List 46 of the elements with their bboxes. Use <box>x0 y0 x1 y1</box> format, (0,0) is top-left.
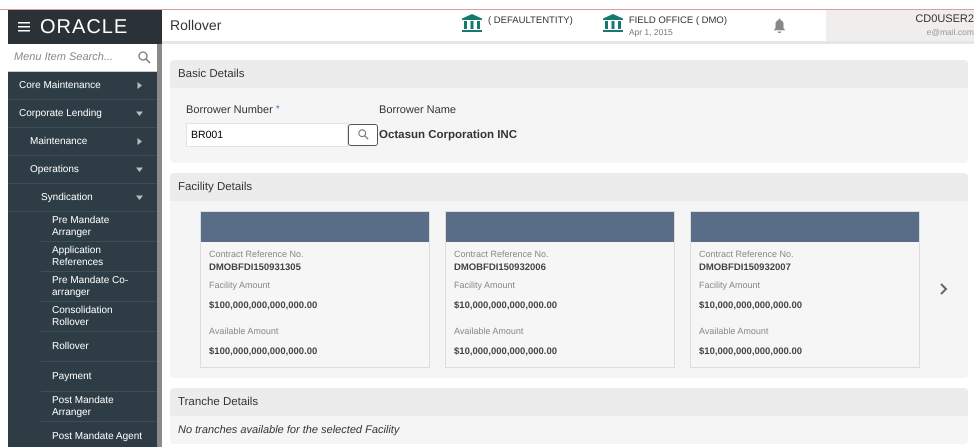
entity-name[interactable]: ( DEFAULTENTITY) <box>488 14 573 28</box>
user-name[interactable]: CD0USER2 <box>826 10 974 26</box>
available-amount: $10,000,000,000,000.00 <box>454 344 558 358</box>
contract-reference: DMOBFDI150932007 <box>699 261 792 275</box>
field-label: Contract Reference No. <box>454 248 550 260</box>
borrower-number-field[interactable]: BR001 <box>186 122 348 146</box>
branch-date: Apr 1, 2015 <box>628 28 674 38</box>
field-label: Contract Reference No. <box>699 248 795 260</box>
facility-amount: $10,000,000,000,000.00 <box>699 298 804 313</box>
page-title: Rollover <box>169 16 222 35</box>
user-email: e@mail.com <box>926 26 974 39</box>
menu-icon[interactable] <box>18 22 30 32</box>
section-title: Tranche Details <box>170 388 968 416</box>
field-label: Contract Reference No. <box>209 248 305 260</box>
logo: ORACLE <box>40 15 128 40</box>
search-icon[interactable] <box>138 51 151 64</box>
field-label: Facility Amount <box>209 279 272 292</box>
bank-icon[interactable] <box>602 14 623 32</box>
search-button[interactable] <box>348 124 378 146</box>
borrower-name: Octasun Corporation INC <box>379 128 518 142</box>
contract-reference: DMOBFDI150932006 <box>454 261 547 275</box>
empty-message: No tranches available for the selected Facility <box>177 422 401 438</box>
search-icon <box>358 129 368 140</box>
contract-reference: DMOBFDI150931305 <box>209 261 302 275</box>
available-amount: $100,000,000,000,000.00 <box>209 344 318 358</box>
field-label: Available Amount <box>209 325 280 338</box>
facility-amount: $10,000,000,000,000.00 <box>454 298 558 313</box>
facility-card[interactable]: Contract Reference No. DMOBFDI150932007 Facility Amount $10,000,000,000,000.00 Available Amount $10,000,000,000,000.00 <box>690 210 920 368</box>
field-label: Available Amount <box>699 325 770 338</box>
section-title: Facility Details <box>170 172 968 200</box>
field-label: Available Amount <box>454 325 524 338</box>
field-label: Facility Amount <box>699 279 762 292</box>
section-title: Basic Details <box>170 60 968 88</box>
menu-search-field[interactable]: Menu Item Search... <box>8 44 157 72</box>
required-mark: * <box>276 104 280 115</box>
field-label: Borrower Number <box>186 104 273 116</box>
notification-bell-icon[interactable] <box>772 18 786 33</box>
branch-name[interactable]: FIELD OFFICE ( DMO) <box>628 14 727 28</box>
scrollbar[interactable] <box>157 44 162 447</box>
facility-amount: $100,000,000,000,000.00 <box>209 298 318 313</box>
facility-card[interactable]: Contract Reference No. DMOBFDI150932006 Facility Amount $10,000,000,000,000.00 Available Amount $10,000,000,000,000.00 <box>445 210 675 368</box>
field-label: Facility Amount <box>454 279 516 292</box>
field-label: Borrower Name <box>379 103 458 118</box>
bank-icon[interactable] <box>462 14 482 32</box>
facility-card[interactable]: Contract Reference No. DMOBFDI150931305 Facility Amount $100,000,000,000,000.00 Available Amount $100,000,000,000,000.00 <box>200 210 430 368</box>
available-amount: $10,000,000,000,000.00 <box>699 344 804 358</box>
